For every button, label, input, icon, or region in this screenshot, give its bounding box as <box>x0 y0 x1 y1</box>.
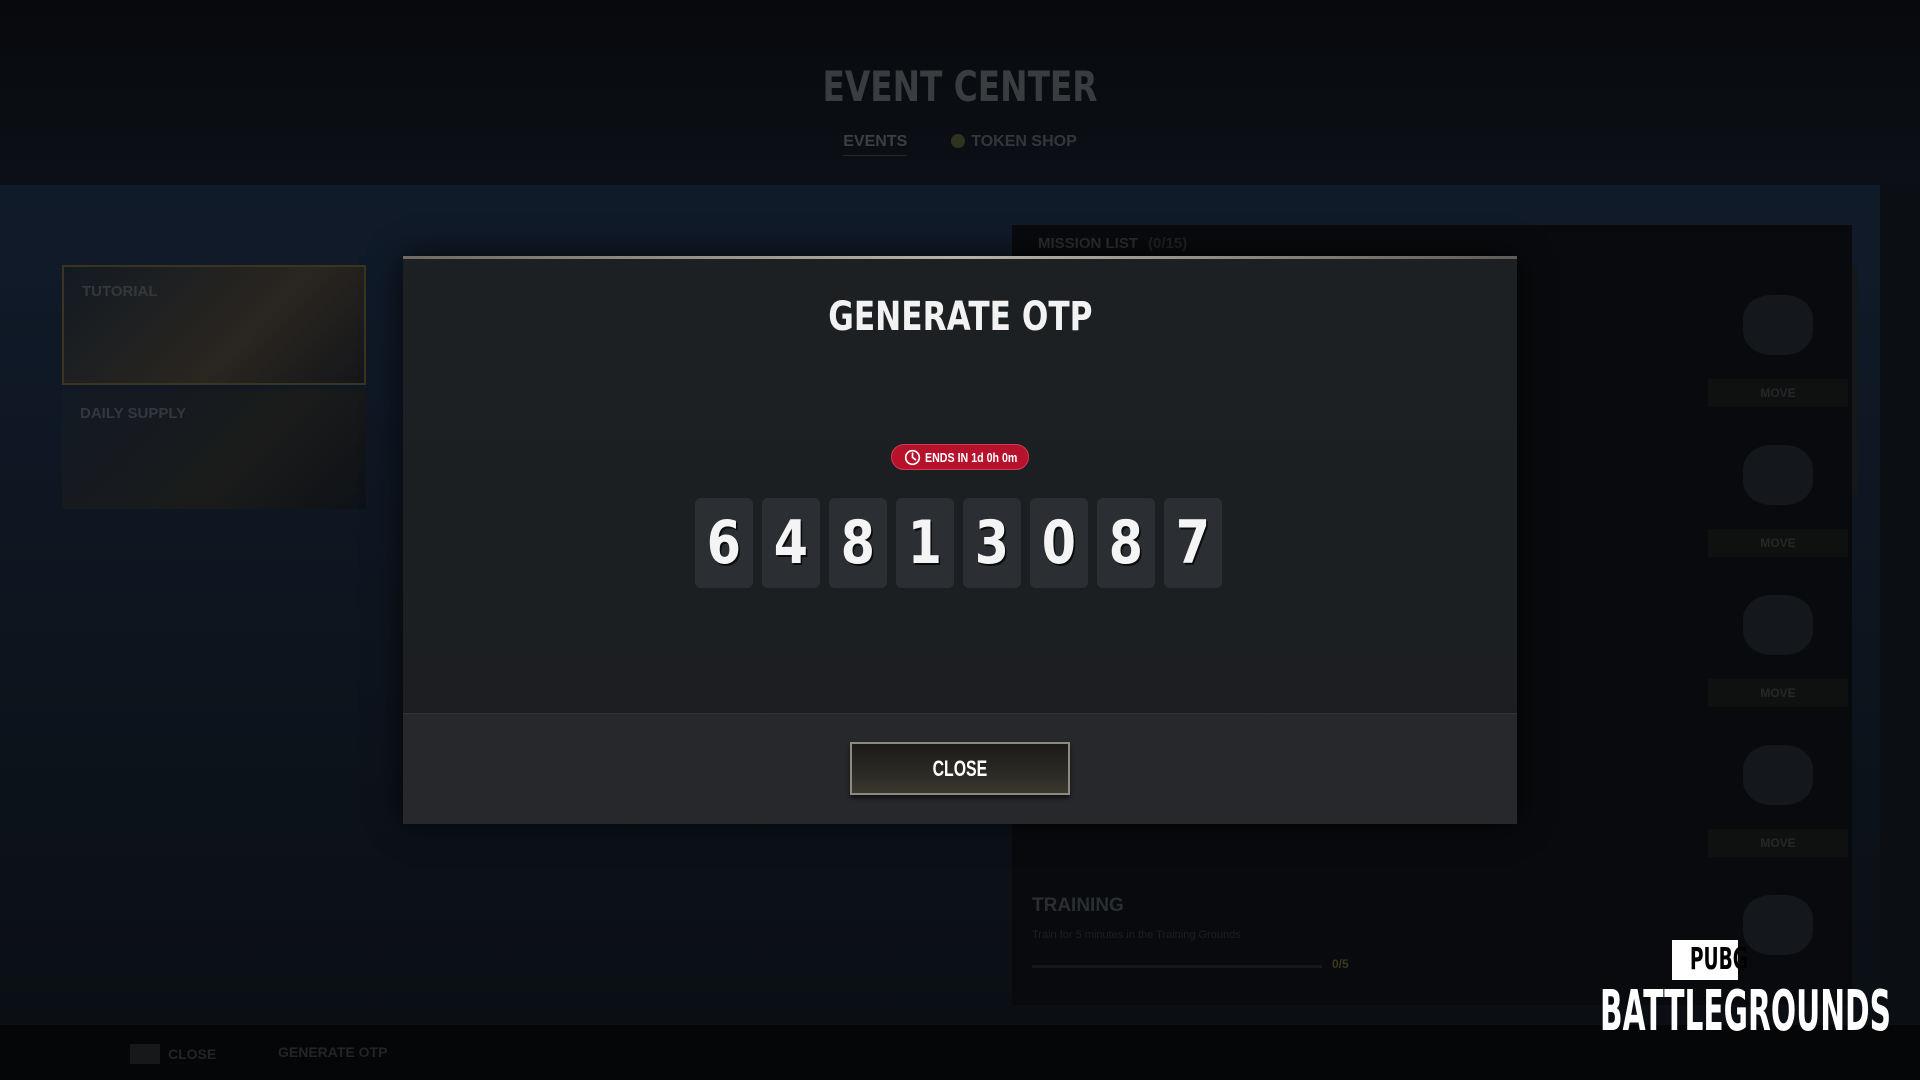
tab-events[interactable]: EVENTS <box>843 133 908 156</box>
reward-move-button[interactable]: MOVE <box>1708 529 1848 557</box>
otp-digit-value: 7 <box>1175 508 1211 578</box>
clock-icon <box>904 449 920 465</box>
event-card-list: TUTORIAL DAILY SUPPLY <box>62 265 366 513</box>
reward-move-button[interactable]: MOVE <box>1708 679 1848 707</box>
page-title: EVENT CENTER <box>822 62 1098 111</box>
event-card-tutorial[interactable]: TUTORIAL <box>62 265 366 385</box>
otp-code: 6 4 8 1 3 0 8 7 <box>695 498 1222 588</box>
otp-digit: 1 <box>896 498 954 588</box>
tab-token-shop[interactable]: TOKEN SHOP <box>951 133 1077 156</box>
otp-digit-value: 4 <box>773 508 809 578</box>
key-esc-icon <box>130 1044 160 1064</box>
mission-list-count: (0/15) <box>1148 235 1188 252</box>
logo-battlegrounds: BATTLEGROUNDS <box>1600 984 1891 1040</box>
close-button-label: CLOSE <box>932 756 988 781</box>
otp-digit-value: 1 <box>907 508 943 578</box>
modal-title-text: GENERATE OTP <box>827 294 1093 340</box>
otp-digit: 6 <box>695 498 753 588</box>
logo-battlegrounds-text: BATTLEGROUNDS <box>1600 979 1892 1044</box>
tab-bar: EVENTS TOKEN SHOP <box>0 133 1920 156</box>
mission-progress-bar <box>1032 965 1322 968</box>
otp-digit-value: 0 <box>1041 508 1077 578</box>
mission-description: Train for 5 minutes in the Training Grou… <box>1032 929 1241 941</box>
reward-move-button[interactable]: MOVE <box>1708 829 1848 857</box>
jacket-icon <box>1743 445 1813 505</box>
bottom-close-label: CLOSE <box>168 1046 217 1062</box>
otp-digit: 0 <box>1030 498 1088 588</box>
logo-pubg-text: PUBG <box>1689 942 1749 977</box>
event-card-daily-supply[interactable]: DAILY SUPPLY <box>62 389 366 509</box>
bottom-close-action[interactable]: CLOSE <box>130 1044 216 1064</box>
reward-move-button[interactable]: MOVE <box>1708 379 1848 407</box>
shoes-icon <box>1743 745 1813 805</box>
otp-digit-value: 6 <box>706 508 742 578</box>
logo-pubg: PUBG <box>1672 940 1748 980</box>
close-button[interactable]: CLOSE <box>850 742 1070 795</box>
otp-digit-value: 8 <box>1108 508 1144 578</box>
modal-top-accent <box>403 256 1517 259</box>
token-icon <box>951 134 966 148</box>
mission-training: TRAINING Train for 5 minutes in the Trai… <box>1032 895 1349 971</box>
otp-digit: 8 <box>1097 498 1155 588</box>
timer-text: ENDS IN 1d 0h 0m <box>924 449 1017 465</box>
reward-item: MOVE <box>1708 565 1848 715</box>
pubg-battlegrounds-logo: PUBG BATTLEGROUNDS <box>1600 940 1891 1040</box>
bottom-generate-otp-action[interactable]: GENERATE OTP <box>278 1044 387 1060</box>
event-card-label: DAILY SUPPLY <box>80 405 187 422</box>
otp-digit: 4 <box>762 498 820 588</box>
modal-title: GENERATE OTP <box>403 294 1517 340</box>
otp-digit-value: 8 <box>840 508 876 578</box>
reward-item: MOVE <box>1708 715 1848 865</box>
mission-progress-text: 0/5 <box>1332 957 1349 971</box>
mission-list-title: MISSION LIST <box>1038 235 1139 252</box>
mission-list-header: MISSION LIST (0/15) <box>1038 235 1187 252</box>
otp-digit: 7 <box>1164 498 1222 588</box>
otp-digit: 8 <box>829 498 887 588</box>
otp-digit: 3 <box>963 498 1021 588</box>
tab-token-shop-label: TOKEN SHOP <box>971 133 1077 150</box>
pants-icon <box>1743 595 1813 655</box>
otp-digit-value: 3 <box>974 508 1010 578</box>
reward-item: MOVE <box>1708 415 1848 565</box>
helmet-icon <box>1743 295 1813 355</box>
reward-scrollbar[interactable] <box>1852 265 1858 495</box>
reward-list: MOVE MOVE MOVE MOVE <box>1708 265 1848 1015</box>
event-card-label: TUTORIAL <box>82 283 158 300</box>
mission-title: TRAINING <box>1032 895 1124 916</box>
reward-item: MOVE <box>1708 265 1848 415</box>
timer-badge: ENDS IN 1d 0h 0m <box>891 444 1029 470</box>
